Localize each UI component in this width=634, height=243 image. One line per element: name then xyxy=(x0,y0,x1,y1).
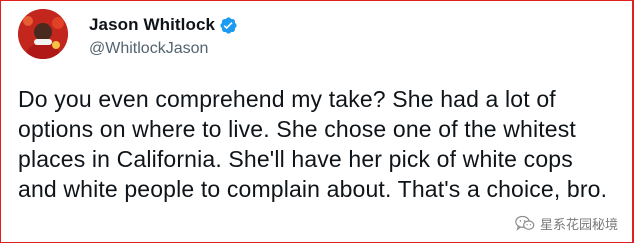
avatar[interactable] xyxy=(18,9,68,59)
tweet-author: Jason Whitlock @WhitlockJason xyxy=(89,13,238,58)
watermark: 星系花园秘境 xyxy=(515,214,618,233)
tweet-card: Jason Whitlock @WhitlockJason Do you eve… xyxy=(0,0,634,243)
watermark-text: 星系花园秘境 xyxy=(539,217,618,232)
wechat-icon xyxy=(515,215,535,231)
avatar-image xyxy=(18,9,68,59)
verified-badge-icon xyxy=(220,16,237,34)
tweet-text: Do you even comprehend my take? She had … xyxy=(18,86,608,202)
author-name-row: Jason Whitlock xyxy=(89,13,238,37)
author-display-name[interactable]: Jason Whitlock xyxy=(89,15,215,35)
author-handle[interactable]: @WhitlockJason xyxy=(89,40,238,58)
